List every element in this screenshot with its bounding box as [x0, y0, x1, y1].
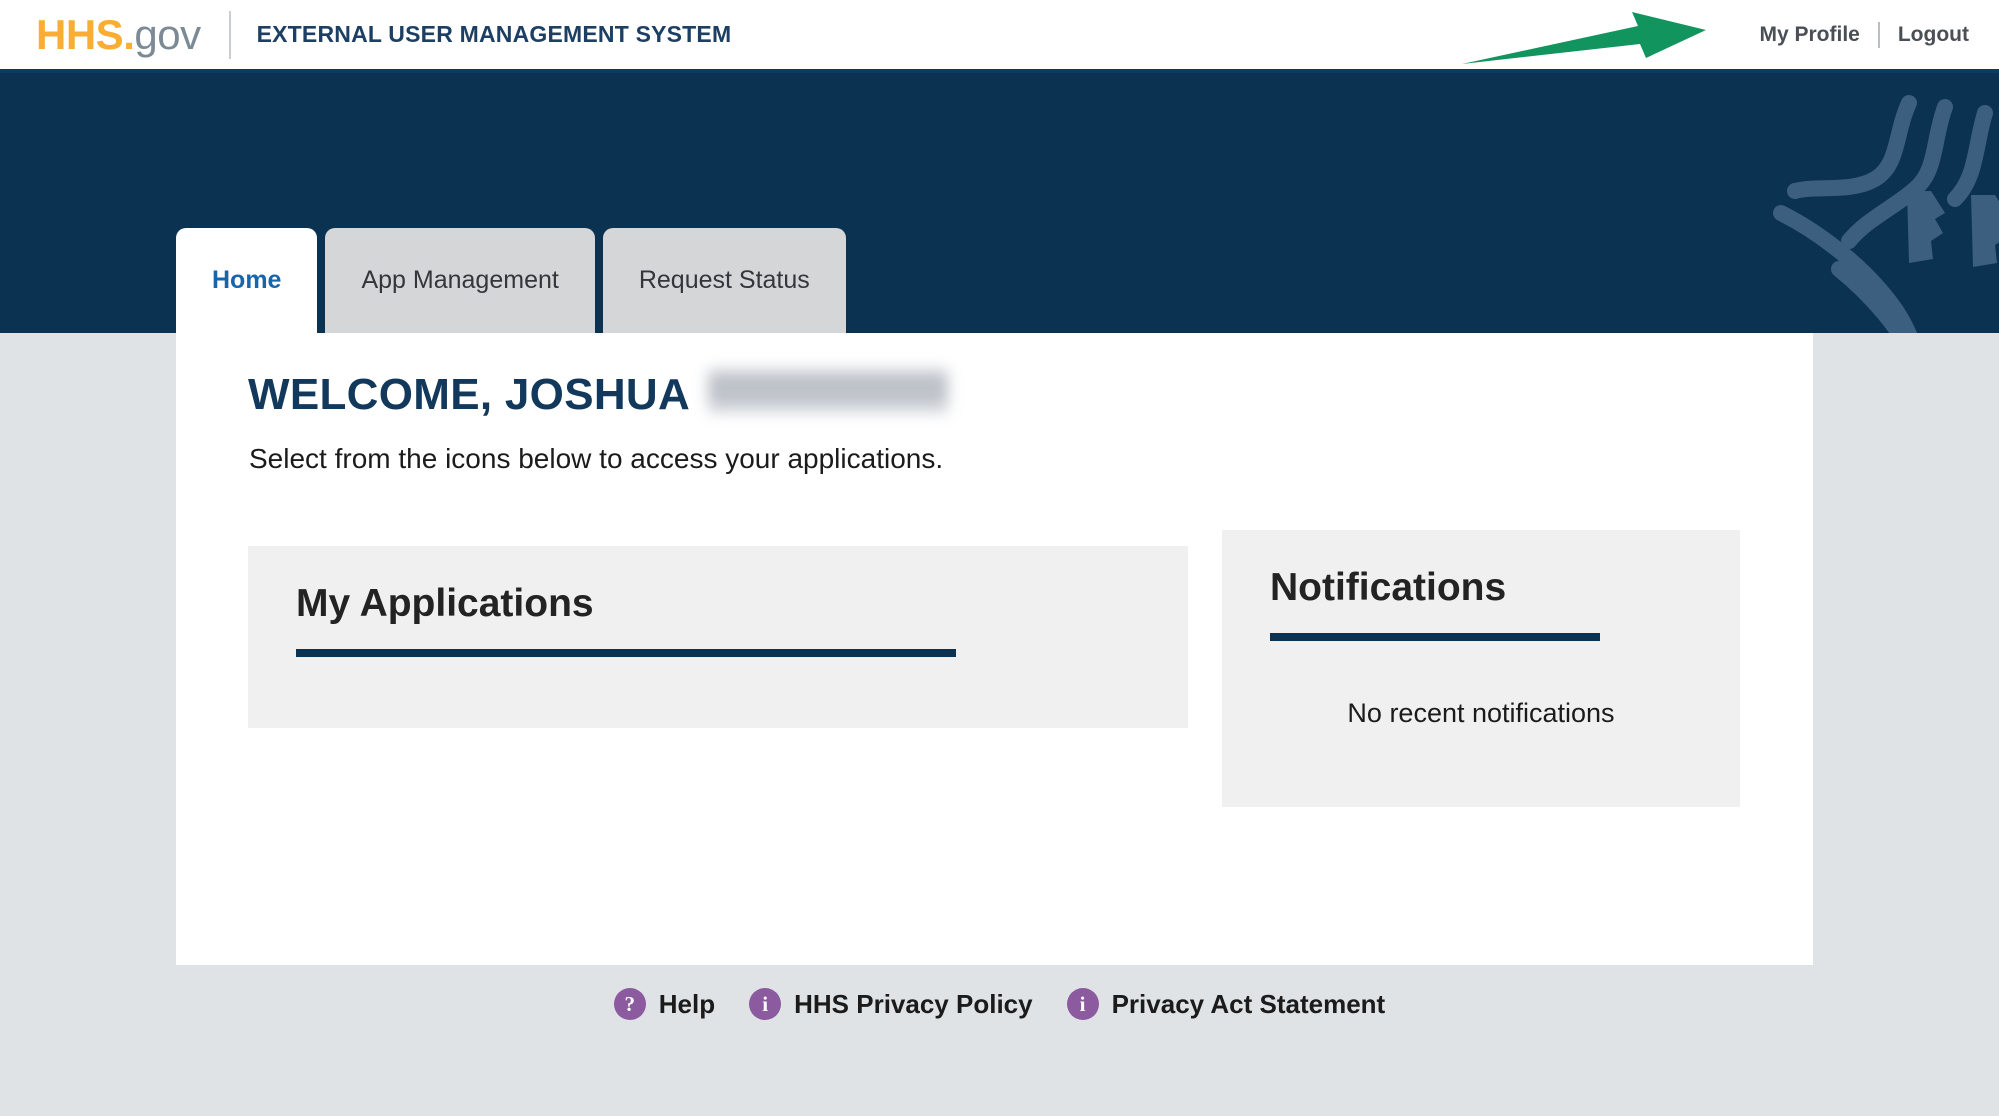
tab-app-management[interactable]: App Management — [325, 228, 595, 333]
my-applications-panel: My Applications — [248, 546, 1188, 728]
footer-link-hhs-privacy-policy-label: HHS Privacy Policy — [794, 988, 1033, 1019]
page-title: WELCOME, JOSHUA — [248, 365, 949, 420]
info-icon: i — [1066, 988, 1099, 1020]
footer-link-privacy-act-statement-label: Privacy Act Statement — [1111, 988, 1386, 1019]
top-header: HHS.gov EXTERNAL USER MANAGEMENT SYSTEM … — [0, 0, 1999, 73]
notifications-underline — [1270, 633, 1600, 641]
footer-link-privacy-act-statement[interactable]: i Privacy Act Statement — [1066, 988, 1386, 1020]
hhs-profiles-watermark-icon — [1773, 95, 1999, 333]
header-utility-nav: My Profile Logout — [1760, 21, 1969, 48]
system-title: EXTERNAL USER MANAGEMENT SYSTEM — [256, 21, 732, 47]
tab-app-management-label: App Management — [361, 266, 559, 294]
notifications-empty-message: No recent notifications — [1347, 698, 1615, 728]
footer-link-hhs-privacy-policy[interactable]: i HHS Privacy Policy — [749, 988, 1033, 1020]
notifications-panel: Notifications No recent notifications — [1222, 530, 1740, 807]
tab-home[interactable]: Home — [176, 228, 318, 333]
tab-request-status[interactable]: Request Status — [602, 228, 846, 333]
logo-gov-text: gov — [134, 10, 201, 58]
tab-request-status-label: Request Status — [638, 266, 810, 294]
hhs-gov-logo[interactable]: HHS.gov — [36, 10, 201, 58]
my-profile-link[interactable]: My Profile — [1760, 23, 1860, 47]
my-applications-title: My Applications — [296, 582, 594, 625]
logo-hhs-text: HHS — [36, 10, 124, 58]
tab-home-label: Home — [212, 266, 282, 294]
main-content-card: WELCOME, JOSHUA Select from the icons be… — [176, 333, 1813, 965]
my-applications-underline — [296, 649, 956, 657]
footer-link-help[interactable]: ? Help — [613, 988, 716, 1020]
notifications-title: Notifications — [1270, 566, 1507, 609]
logout-link[interactable]: Logout — [1898, 23, 1969, 47]
footer-link-help-label: Help — [658, 988, 716, 1019]
brand-divider — [228, 10, 231, 59]
redacted-last-name — [708, 369, 949, 413]
info-icon: i — [749, 988, 782, 1020]
tab-strip: Home App Management Request Status — [176, 228, 846, 333]
welcome-subtitle: Select from the icons below to access yo… — [249, 443, 944, 474]
brand-block: HHS.gov EXTERNAL USER MANAGEMENT SYSTEM — [36, 10, 732, 59]
header-link-separator — [1877, 21, 1880, 48]
logo-dot: . — [123, 10, 135, 58]
welcome-heading-text: WELCOME, JOSHUA — [248, 370, 691, 419]
footer-links: ? Help i HHS Privacy Policy i Privacy Ac… — [0, 988, 1999, 1020]
question-mark-icon: ? — [613, 988, 646, 1020]
